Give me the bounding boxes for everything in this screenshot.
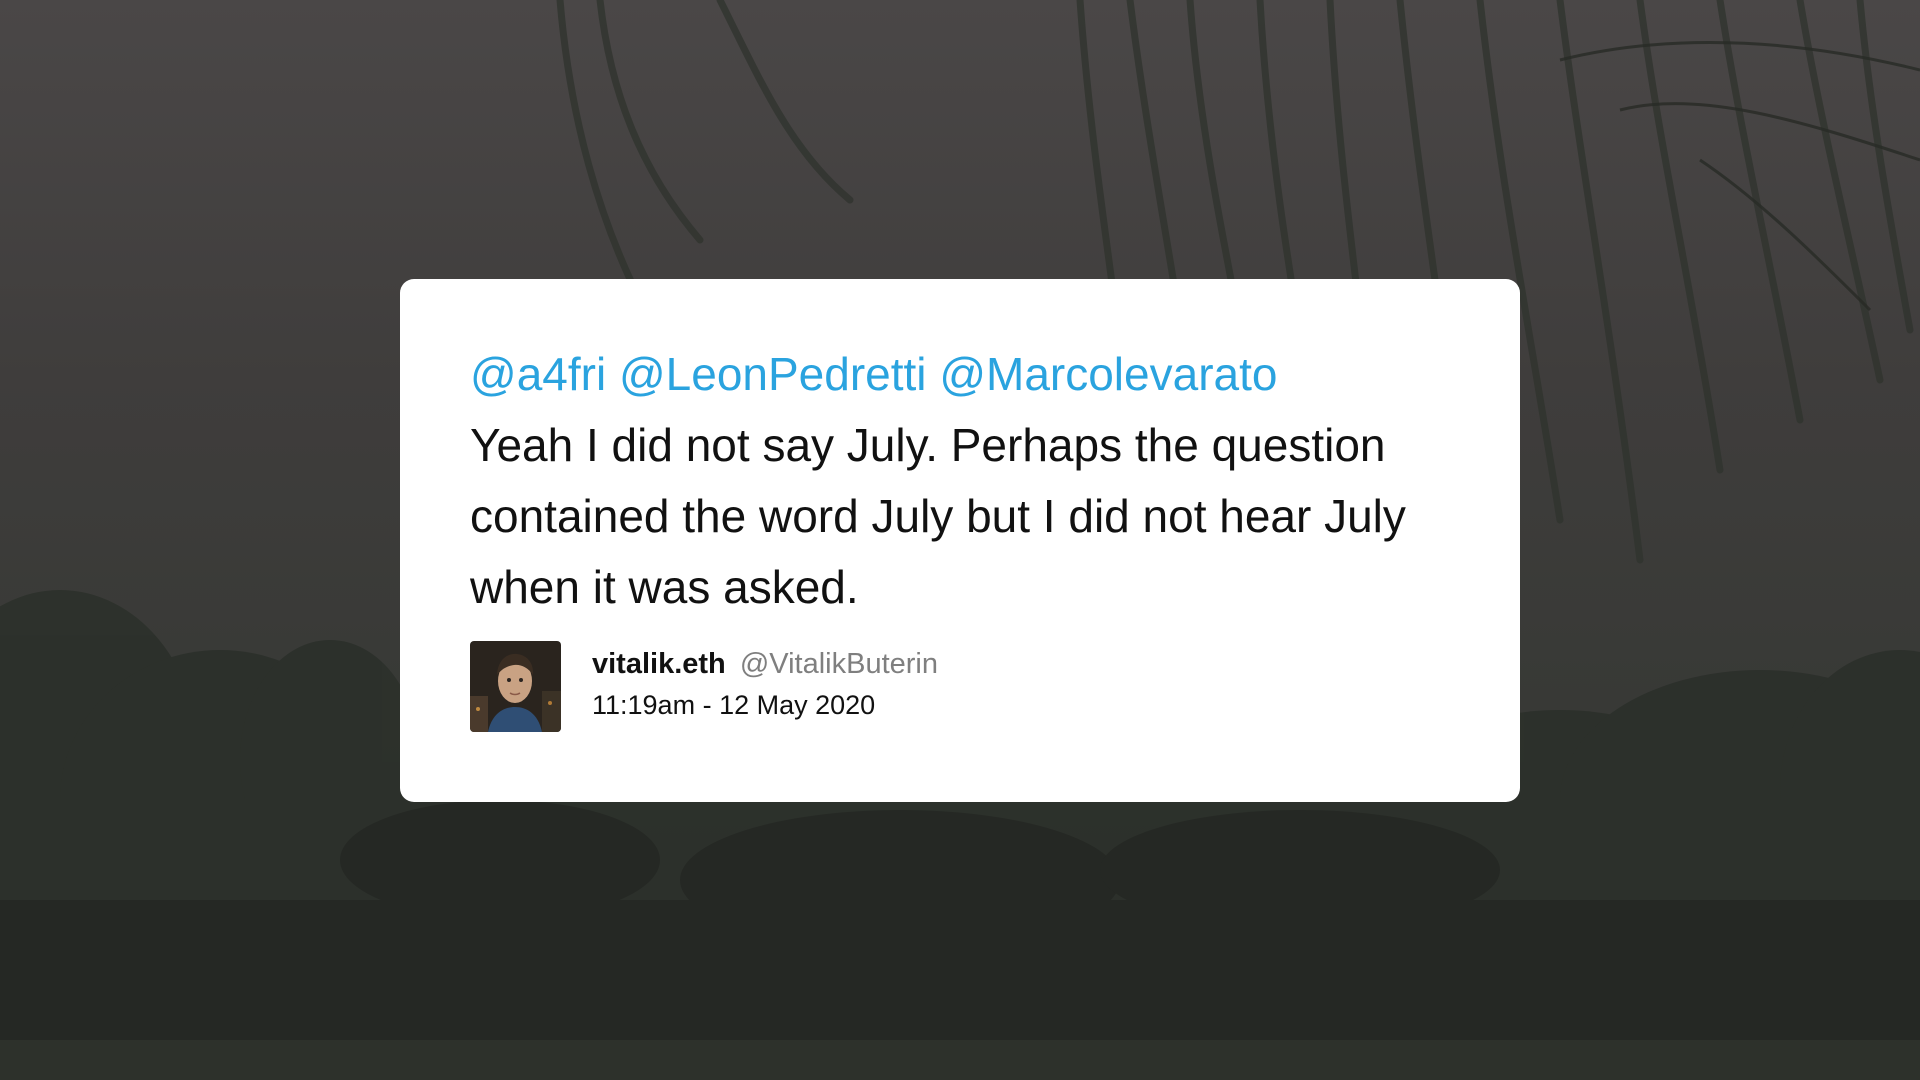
author-meta: vitalik.eth @VitalikButerin 11:19am - 12… [592,645,938,723]
tweet-author: vitalik.eth @VitalikButerin 11:19am - 12… [470,641,938,733]
profile-photo-icon [470,641,561,732]
mention-link[interactable]: @a4fri [470,348,606,400]
author-handle[interactable]: @VitalikButerin [740,648,938,680]
author-display-name[interactable]: vitalik.eth [592,648,726,680]
mention-link[interactable]: @Marcolevarato [939,348,1277,400]
tweet-card: @a4fri @LeonPedretti @Marcolevarato Yeah… [400,279,1520,802]
background-scene: @a4fri @LeonPedretti @Marcolevarato Yeah… [0,0,1920,1080]
avatar[interactable] [470,641,561,732]
mention-link[interactable]: @LeonPedretti [619,348,927,400]
tweet-text: @a4fri @LeonPedretti @Marcolevarato Yeah… [470,339,1430,623]
tweet-body: Yeah I did not say July. Perhaps the que… [470,419,1406,613]
tweet-timestamp[interactable]: 11:19am - 12 May 2020 [592,687,938,723]
author-name-line: vitalik.eth @VitalikButerin [592,645,938,683]
tweet-mentions: @a4fri @LeonPedretti @Marcolevarato [470,339,1430,410]
